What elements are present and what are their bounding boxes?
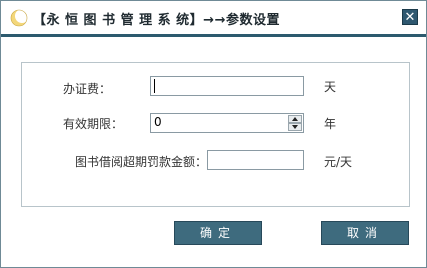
fine-unit: 元/天 [324,155,353,169]
moon-icon [9,8,29,28]
ok-button[interactable]: 确定 [174,221,262,245]
fee-label: 办证费： [63,82,112,96]
parameter-settings-window: 【永 恒 图 书 管 理 系 统】→→参数设置 ✕ 办证费： 天 有效期限： 0… [0,0,427,268]
validity-value: 0 [154,115,162,129]
fine-input[interactable] [207,150,304,170]
fee-unit: 天 [324,80,337,94]
text-caret [154,79,155,93]
spin-up-button[interactable] [288,115,302,123]
close-icon: ✕ [404,10,416,25]
validity-stepper[interactable]: 0 [150,113,304,133]
title-bar: 【永 恒 图 书 管 理 系 统】→→参数设置 ✕ [1,1,426,37]
fine-label: 图书借阅超期罚款金额： [75,155,208,169]
window-title: 【永 恒 图 书 管 理 系 统】→→参数设置 [33,13,280,28]
cancel-button[interactable]: 取消 [321,221,409,245]
close-button[interactable]: ✕ [402,9,418,25]
validity-unit: 年 [324,117,337,131]
validity-label: 有效期限： [63,117,124,131]
fee-input[interactable] [150,76,304,96]
spin-down-button[interactable] [288,123,302,131]
